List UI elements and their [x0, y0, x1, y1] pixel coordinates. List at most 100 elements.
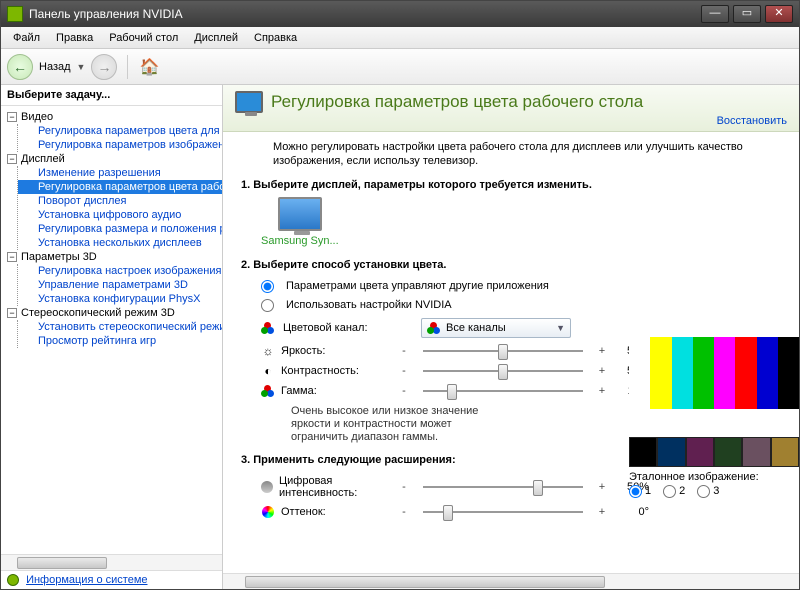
tree-item[interactable]: Изменение разрешения: [18, 166, 222, 180]
tree-item[interactable]: Просмотр рейтинга игр: [18, 334, 222, 348]
menu-display[interactable]: Дисплей: [186, 30, 246, 46]
tree-item[interactable]: Регулировка параметров изображения д: [18, 138, 222, 152]
radio-nvidia-label: Использовать настройки NVIDIA: [286, 299, 452, 311]
back-button[interactable]: ←: [7, 54, 33, 80]
tree-item[interactable]: Поворот дисплея: [18, 194, 222, 208]
maximize-button[interactable]: ▭: [733, 5, 761, 23]
main-content: 1. Выберите дисплей, параметры которого …: [223, 177, 799, 571]
tree-item[interactable]: Установить стереоскопический режим 3: [18, 320, 222, 334]
radio-nvidia-row: Использовать настройки NVIDIA: [231, 296, 799, 315]
task-tree[interactable]: −ВидеоРегулировка параметров цвета для в…: [1, 106, 222, 554]
rgb-icon: [427, 322, 441, 334]
gamma-warning: Очень высокое или низкое значение яркост…: [231, 401, 511, 453]
forward-button[interactable]: →: [91, 54, 117, 80]
tree-item[interactable]: Регулировка настроек изображения с пр: [18, 264, 222, 278]
slider-knob[interactable]: [447, 384, 457, 400]
ref-opt-3[interactable]: 3: [697, 485, 719, 498]
hue-value: 0°: [615, 506, 649, 518]
main-panel: Регулировка параметров цвета рабочего ст…: [223, 85, 799, 589]
section-1-title: 1. Выберите дисплей, параметры которого …: [231, 177, 799, 197]
home-button[interactable]: 🏠: [138, 56, 160, 78]
channel-value: Все каналы: [446, 322, 506, 334]
sidebar: Выберите задачу... −ВидеоРегулировка пар…: [1, 85, 223, 589]
radio-nvidia[interactable]: [261, 299, 274, 312]
brightness-slider[interactable]: [423, 350, 583, 352]
main-header: Регулировка параметров цвета рабочего ст…: [223, 85, 799, 132]
tree-group[interactable]: −Стереоскопический режим 3D: [7, 306, 222, 320]
restore-link[interactable]: Восстановить: [235, 115, 787, 127]
display-item[interactable]: Samsung Syn...: [261, 197, 339, 247]
page-description: Можно регулировать настройки цвета рабоч…: [223, 132, 799, 177]
back-label: Назад: [39, 61, 71, 73]
vibrance-icon: [261, 480, 273, 494]
menu-file[interactable]: Файл: [5, 30, 48, 46]
reference-radios: 1 2 3: [629, 483, 799, 498]
main-hscroll-thumb[interactable]: [245, 576, 605, 588]
vibrance-slider[interactable]: [423, 486, 583, 488]
hue-slider[interactable]: [423, 511, 583, 513]
tree-item[interactable]: Установка конфигурации PhysX: [18, 292, 222, 306]
tree-group[interactable]: −Видео: [7, 110, 222, 124]
channel-label: Цветовой канал:: [283, 322, 413, 334]
tree-toggle[interactable]: −: [7, 308, 17, 318]
nvidia-icon: [7, 6, 23, 22]
preview-panel: Эталонное изображение: 1 2 3: [629, 337, 799, 498]
menubar: Файл Правка Рабочий стол Дисплей Справка: [1, 27, 799, 49]
chevron-down-icon: ▼: [556, 323, 565, 333]
tree-item[interactable]: Регулировка параметров цвета для вид: [18, 124, 222, 138]
channel-dropdown[interactable]: Все каналы ▼: [421, 318, 571, 338]
hue-icon: [261, 505, 275, 519]
slider-knob[interactable]: [533, 480, 543, 496]
rgb-icon: [261, 322, 275, 334]
tree-item[interactable]: Установка цифрового аудио: [18, 208, 222, 222]
reference-label: Эталонное изображение:: [629, 471, 799, 483]
app-window: Панель управления NVIDIA — ▭ ✕ Файл Прав…: [0, 0, 800, 590]
nvidia-dot-icon: [7, 574, 19, 586]
display-name: Samsung Syn...: [261, 235, 339, 247]
contrast-icon: ◐: [261, 364, 275, 378]
slider-knob[interactable]: [443, 505, 453, 521]
slider-knob[interactable]: [498, 344, 508, 360]
ref-opt-1[interactable]: 1: [629, 485, 651, 498]
sidebar-header: Выберите задачу...: [1, 85, 222, 106]
contrast-slider[interactable]: [423, 370, 583, 372]
close-button[interactable]: ✕: [765, 5, 793, 23]
sidebar-hscrollbar[interactable]: [1, 554, 222, 570]
menu-edit[interactable]: Правка: [48, 30, 101, 46]
radio-other-apps-row: Параметрами цвета управляют другие прило…: [231, 277, 799, 296]
menu-desktop[interactable]: Рабочий стол: [101, 30, 186, 46]
sysinfo-link[interactable]: Информация о системе: [26, 574, 147, 586]
page-title: Регулировка параметров цвета рабочего ст…: [271, 92, 643, 112]
menu-help[interactable]: Справка: [246, 30, 305, 46]
sysinfo-row: Информация о системе: [1, 570, 222, 589]
radio-other-apps[interactable]: [261, 280, 274, 293]
tree-item[interactable]: Управление параметрами 3D: [18, 278, 222, 292]
toolbar: ← Назад ▼ → 🏠: [1, 49, 799, 85]
slider-knob[interactable]: [498, 364, 508, 380]
tree-item[interactable]: Регулировка параметров цвета рабочег: [18, 180, 222, 194]
minimize-button[interactable]: —: [701, 5, 729, 23]
titlebar[interactable]: Панель управления NVIDIA — ▭ ✕: [1, 1, 799, 27]
tree-group[interactable]: −Параметры 3D: [7, 250, 222, 264]
sidebar-hscroll-thumb[interactable]: [17, 557, 107, 569]
ref-opt-2[interactable]: 2: [663, 485, 685, 498]
hue-row: Оттенок: - + 0°: [231, 502, 799, 522]
tree-toggle[interactable]: −: [7, 112, 17, 122]
display-selector: Samsung Syn...: [231, 197, 799, 257]
color-bars: [629, 337, 799, 409]
monitor-icon: [235, 91, 263, 113]
rgb-icon: [261, 385, 275, 397]
window-title: Панель управления NVIDIA: [29, 7, 183, 21]
main-hscrollbar[interactable]: [223, 573, 799, 589]
section-2-title: 2. Выберите способ установки цвета.: [231, 257, 799, 277]
tree-toggle[interactable]: −: [7, 154, 17, 164]
tree-item[interactable]: Установка нескольких дисплеев: [18, 236, 222, 250]
swatch-row: [629, 437, 799, 467]
gamma-slider[interactable]: [423, 390, 583, 392]
monitor-thumb-icon: [278, 197, 322, 231]
sun-icon: ☼: [261, 344, 275, 358]
tree-item[interactable]: Регулировка размера и положения рабо: [18, 222, 222, 236]
tree-group[interactable]: −Дисплей: [7, 152, 222, 166]
radio-other-apps-label: Параметрами цвета управляют другие прило…: [286, 280, 549, 292]
tree-toggle[interactable]: −: [7, 252, 17, 262]
